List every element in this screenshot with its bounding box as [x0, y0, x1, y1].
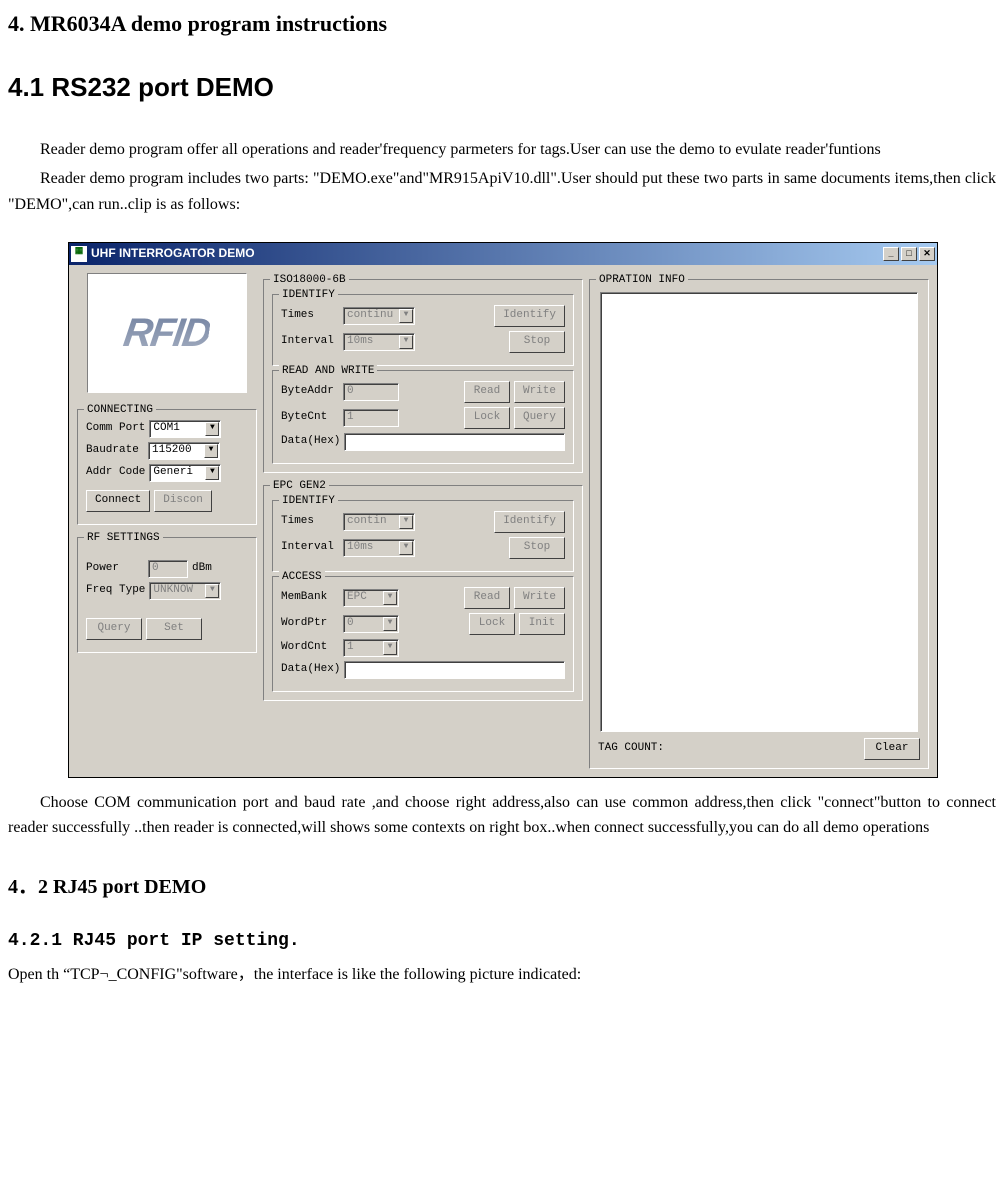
iso-rw-title: READ AND WRITE: [279, 363, 377, 381]
epc-interval-select[interactable]: 10ms▼: [343, 539, 415, 557]
opration-info-group: OPRATION INFO TAG COUNT: Clear: [589, 279, 929, 769]
iso-interval-select[interactable]: 10ms▼: [343, 333, 415, 351]
rj45-ip-heading: 4.2.1 RJ45 port IP setting.: [8, 927, 996, 956]
app-icon: ▦: [71, 246, 87, 262]
iso-identify-button[interactable]: Identify: [494, 305, 565, 327]
rj45-heading: 4．2 RJ45 port DEMO: [8, 871, 996, 903]
addr-code-label: Addr Code: [86, 464, 145, 482]
app-window: ▦ UHF INTERROGATOR DEMO _ □ ✕ RFID CONNE…: [68, 242, 938, 778]
epc-init-button[interactable]: Init: [519, 613, 565, 635]
byteaddr-label: ByteAddr: [281, 383, 339, 401]
membank-select[interactable]: EPC▼: [343, 589, 399, 607]
comm-port-label: Comm Port: [86, 420, 145, 438]
epc-read-button[interactable]: Read: [464, 587, 510, 609]
comm-port-select[interactable]: COM1▼: [149, 420, 221, 438]
iso-write-button[interactable]: Write: [514, 381, 565, 403]
close-icon[interactable]: ✕: [919, 247, 935, 261]
epc-times-label: Times: [281, 513, 339, 531]
chevron-down-icon[interactable]: ▼: [399, 541, 413, 555]
chevron-down-icon[interactable]: ▼: [399, 309, 413, 323]
chevron-down-icon[interactable]: ▼: [205, 584, 219, 598]
epc-access-title: ACCESS: [279, 569, 325, 587]
paragraph-4: Open th “TCP¬_CONFIG"software，the interf…: [8, 962, 996, 988]
wordcnt-label: WordCnt: [281, 639, 339, 657]
paragraph-3: Choose COM communication port and baud r…: [8, 790, 996, 841]
chevron-down-icon[interactable]: ▼: [383, 617, 397, 631]
rf-set-button[interactable]: Set: [146, 618, 202, 640]
epc-data-input[interactable]: [344, 661, 565, 679]
iso-read-button[interactable]: Read: [464, 381, 510, 403]
chevron-down-icon[interactable]: ▼: [399, 335, 413, 349]
epc-access-group: ACCESS MemBank EPC▼ Read Write WordPtr 0…: [272, 576, 574, 692]
power-input[interactable]: 0: [148, 560, 188, 578]
connecting-group: CONNECTING Comm Port COM1▼ Baudrate 1152…: [77, 409, 257, 525]
iso-query-button[interactable]: Query: [514, 407, 565, 429]
iso-data-label: Data(Hex): [281, 433, 340, 451]
paragraph-1: Reader demo program offer all operations…: [8, 137, 996, 163]
epc-lock-button[interactable]: Lock: [469, 613, 515, 635]
maximize-icon[interactable]: □: [901, 247, 917, 261]
titlebar[interactable]: ▦ UHF INTERROGATOR DEMO _ □ ✕: [69, 243, 937, 265]
chevron-down-icon[interactable]: ▼: [399, 515, 413, 529]
iso-times-select[interactable]: continu▼: [343, 307, 415, 325]
bytecnt-input[interactable]: 1: [343, 409, 399, 427]
freq-type-select[interactable]: UNKNOW▼: [149, 582, 221, 600]
subsection-heading: 4.1 RS232 port DEMO: [8, 67, 996, 109]
iso18000-group: ISO18000-6B IDENTIFY Times continu▼ Iden…: [263, 279, 583, 473]
iso-data-input[interactable]: [344, 433, 565, 451]
section-heading: 4. MR6034A demo program instructions: [8, 6, 996, 41]
epc-gen2-group: EPC GEN2 IDENTIFY Times contin▼ Identify…: [263, 485, 583, 701]
chevron-down-icon[interactable]: ▼: [383, 641, 397, 655]
epc-identify-group: IDENTIFY Times contin▼ Identify Interval…: [272, 500, 574, 572]
addr-code-select[interactable]: Generi▼: [149, 464, 221, 482]
iso-identify-group: IDENTIFY Times continu▼ Identify Interva…: [272, 294, 574, 366]
epc-identify-title: IDENTIFY: [279, 493, 338, 511]
membank-label: MemBank: [281, 589, 339, 607]
rf-query-button[interactable]: Query: [86, 618, 142, 640]
wordcnt-select[interactable]: 1▼: [343, 639, 399, 657]
epc-times-select[interactable]: contin▼: [343, 513, 415, 531]
iso-identify-title: IDENTIFY: [279, 287, 338, 305]
epc-identify-button[interactable]: Identify: [494, 511, 565, 533]
disconnect-button[interactable]: Discon: [154, 490, 212, 512]
epc-write-button[interactable]: Write: [514, 587, 565, 609]
epc-stop-button[interactable]: Stop: [509, 537, 565, 559]
connect-button[interactable]: Connect: [86, 490, 150, 512]
baudrate-label: Baudrate: [86, 442, 144, 460]
chevron-down-icon[interactable]: ▼: [204, 444, 218, 458]
power-label: Power: [86, 560, 144, 578]
wordptr-label: WordPtr: [281, 615, 339, 633]
wordptr-select[interactable]: 0▼: [343, 615, 399, 633]
rf-settings-group: RF SETTINGS Power 0 dBm Freq Type UNKNOW…: [77, 537, 257, 653]
demo-screenshot: ▦ UHF INTERROGATOR DEMO _ □ ✕ RFID CONNE…: [68, 242, 938, 778]
clear-button[interactable]: Clear: [864, 738, 920, 760]
window-title: UHF INTERROGATOR DEMO: [91, 244, 883, 263]
freq-type-label: Freq Type: [86, 582, 145, 600]
tag-count-label: TAG COUNT:: [598, 740, 856, 758]
bytecnt-label: ByteCnt: [281, 409, 339, 427]
byteaddr-input[interactable]: 0: [343, 383, 399, 401]
rf-settings-title: RF SETTINGS: [84, 530, 163, 548]
rfid-logo: RFID: [87, 273, 247, 393]
info-listbox[interactable]: [600, 292, 918, 732]
iso-stop-button[interactable]: Stop: [509, 331, 565, 353]
baudrate-select[interactable]: 115200▼: [148, 442, 220, 460]
chevron-down-icon[interactable]: ▼: [205, 466, 219, 480]
epc-interval-label: Interval: [281, 539, 339, 557]
iso-rw-group: READ AND WRITE ByteAddr 0 Read Write Byt…: [272, 370, 574, 464]
power-unit: dBm: [192, 560, 216, 578]
epc-data-label: Data(Hex): [281, 661, 340, 679]
chevron-down-icon[interactable]: ▼: [383, 591, 397, 605]
connecting-title: CONNECTING: [84, 402, 156, 420]
iso-times-label: Times: [281, 307, 339, 325]
minimize-icon[interactable]: _: [883, 247, 899, 261]
paragraph-2: Reader demo program includes two parts: …: [8, 166, 996, 217]
chevron-down-icon[interactable]: ▼: [205, 422, 219, 436]
iso-interval-label: Interval: [281, 333, 339, 351]
iso-lock-button[interactable]: Lock: [464, 407, 510, 429]
opration-info-title: OPRATION INFO: [596, 272, 688, 290]
